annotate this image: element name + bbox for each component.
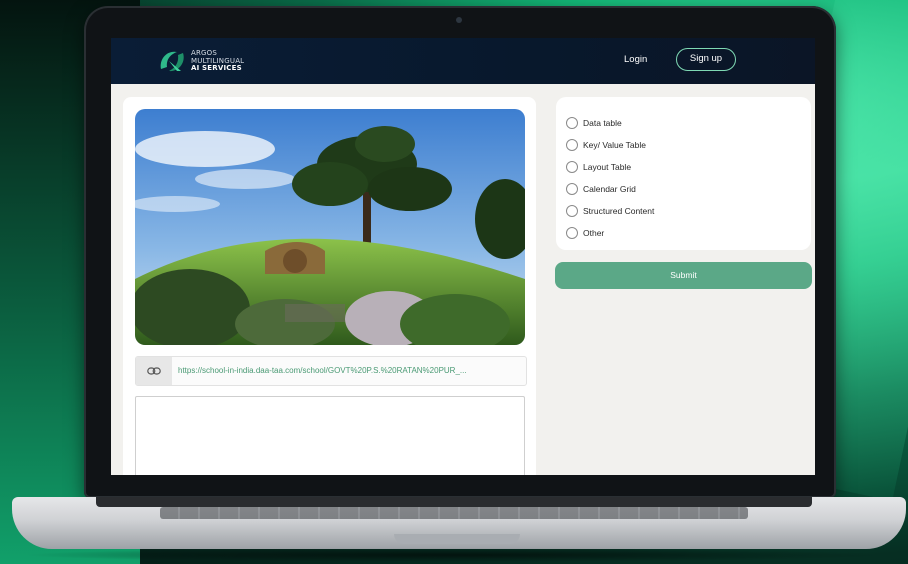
- laptop-notch: [394, 534, 520, 544]
- brand-line-3: AI SERVICES: [191, 64, 242, 72]
- webcam: [456, 17, 462, 23]
- option-label: Structured Content: [583, 206, 655, 216]
- radio-unchecked-icon[interactable]: [566, 205, 578, 217]
- laptop-shadow: [20, 548, 890, 562]
- option-other[interactable]: Other: [566, 225, 604, 241]
- url-field[interactable]: https://school-in-india.daa-taa.com/scho…: [135, 356, 527, 386]
- url-text: https://school-in-india.daa-taa.com/scho…: [178, 366, 467, 375]
- radio-unchecked-icon[interactable]: [566, 117, 578, 129]
- radio-unchecked-icon[interactable]: [566, 183, 578, 195]
- option-key-value-table[interactable]: Key/ Value Table: [566, 137, 646, 153]
- option-label: Calendar Grid: [583, 184, 636, 194]
- submit-button[interactable]: Submit: [555, 262, 812, 289]
- option-data-table[interactable]: Data table: [566, 115, 622, 131]
- option-label: Data table: [583, 118, 622, 128]
- media-panel: https://school-in-india.daa-taa.com/scho…: [123, 97, 536, 475]
- text-input-area[interactable]: [135, 396, 525, 475]
- radio-unchecked-icon[interactable]: [566, 161, 578, 173]
- logo-icon: [160, 51, 184, 72]
- link-icon-box: [136, 357, 172, 385]
- site-header: ARGOS MULTILINGUAL AI SERVICES Login Sig…: [111, 38, 815, 84]
- laptop-hinge: [96, 497, 812, 507]
- landscape-image: [135, 109, 525, 345]
- option-calendar-grid[interactable]: Calendar Grid: [566, 181, 636, 197]
- radio-unchecked-icon[interactable]: [566, 227, 578, 239]
- option-label: Other: [583, 228, 605, 238]
- option-label: Key/ Value Table: [583, 140, 647, 150]
- signup-button[interactable]: Sign up: [676, 48, 736, 71]
- brand-wordmark: ARGOS MULTILINGUAL AI SERVICES: [191, 49, 244, 73]
- laptop-screen: ARGOS MULTILINGUAL AI SERVICES Login Sig…: [111, 38, 815, 475]
- table-type-options: Data table Key/ Value Table Layout Table…: [556, 97, 811, 250]
- radio-unchecked-icon[interactable]: [566, 139, 578, 151]
- option-structured-content[interactable]: Structured Content: [566, 203, 654, 219]
- link-icon: [147, 367, 161, 375]
- option-label: Layout Table: [583, 162, 632, 172]
- option-layout-table[interactable]: Layout Table: [566, 159, 631, 175]
- hobbit-hill-photo: [135, 109, 525, 345]
- login-link[interactable]: Login: [624, 54, 647, 65]
- laptop-keyboard: [160, 507, 748, 519]
